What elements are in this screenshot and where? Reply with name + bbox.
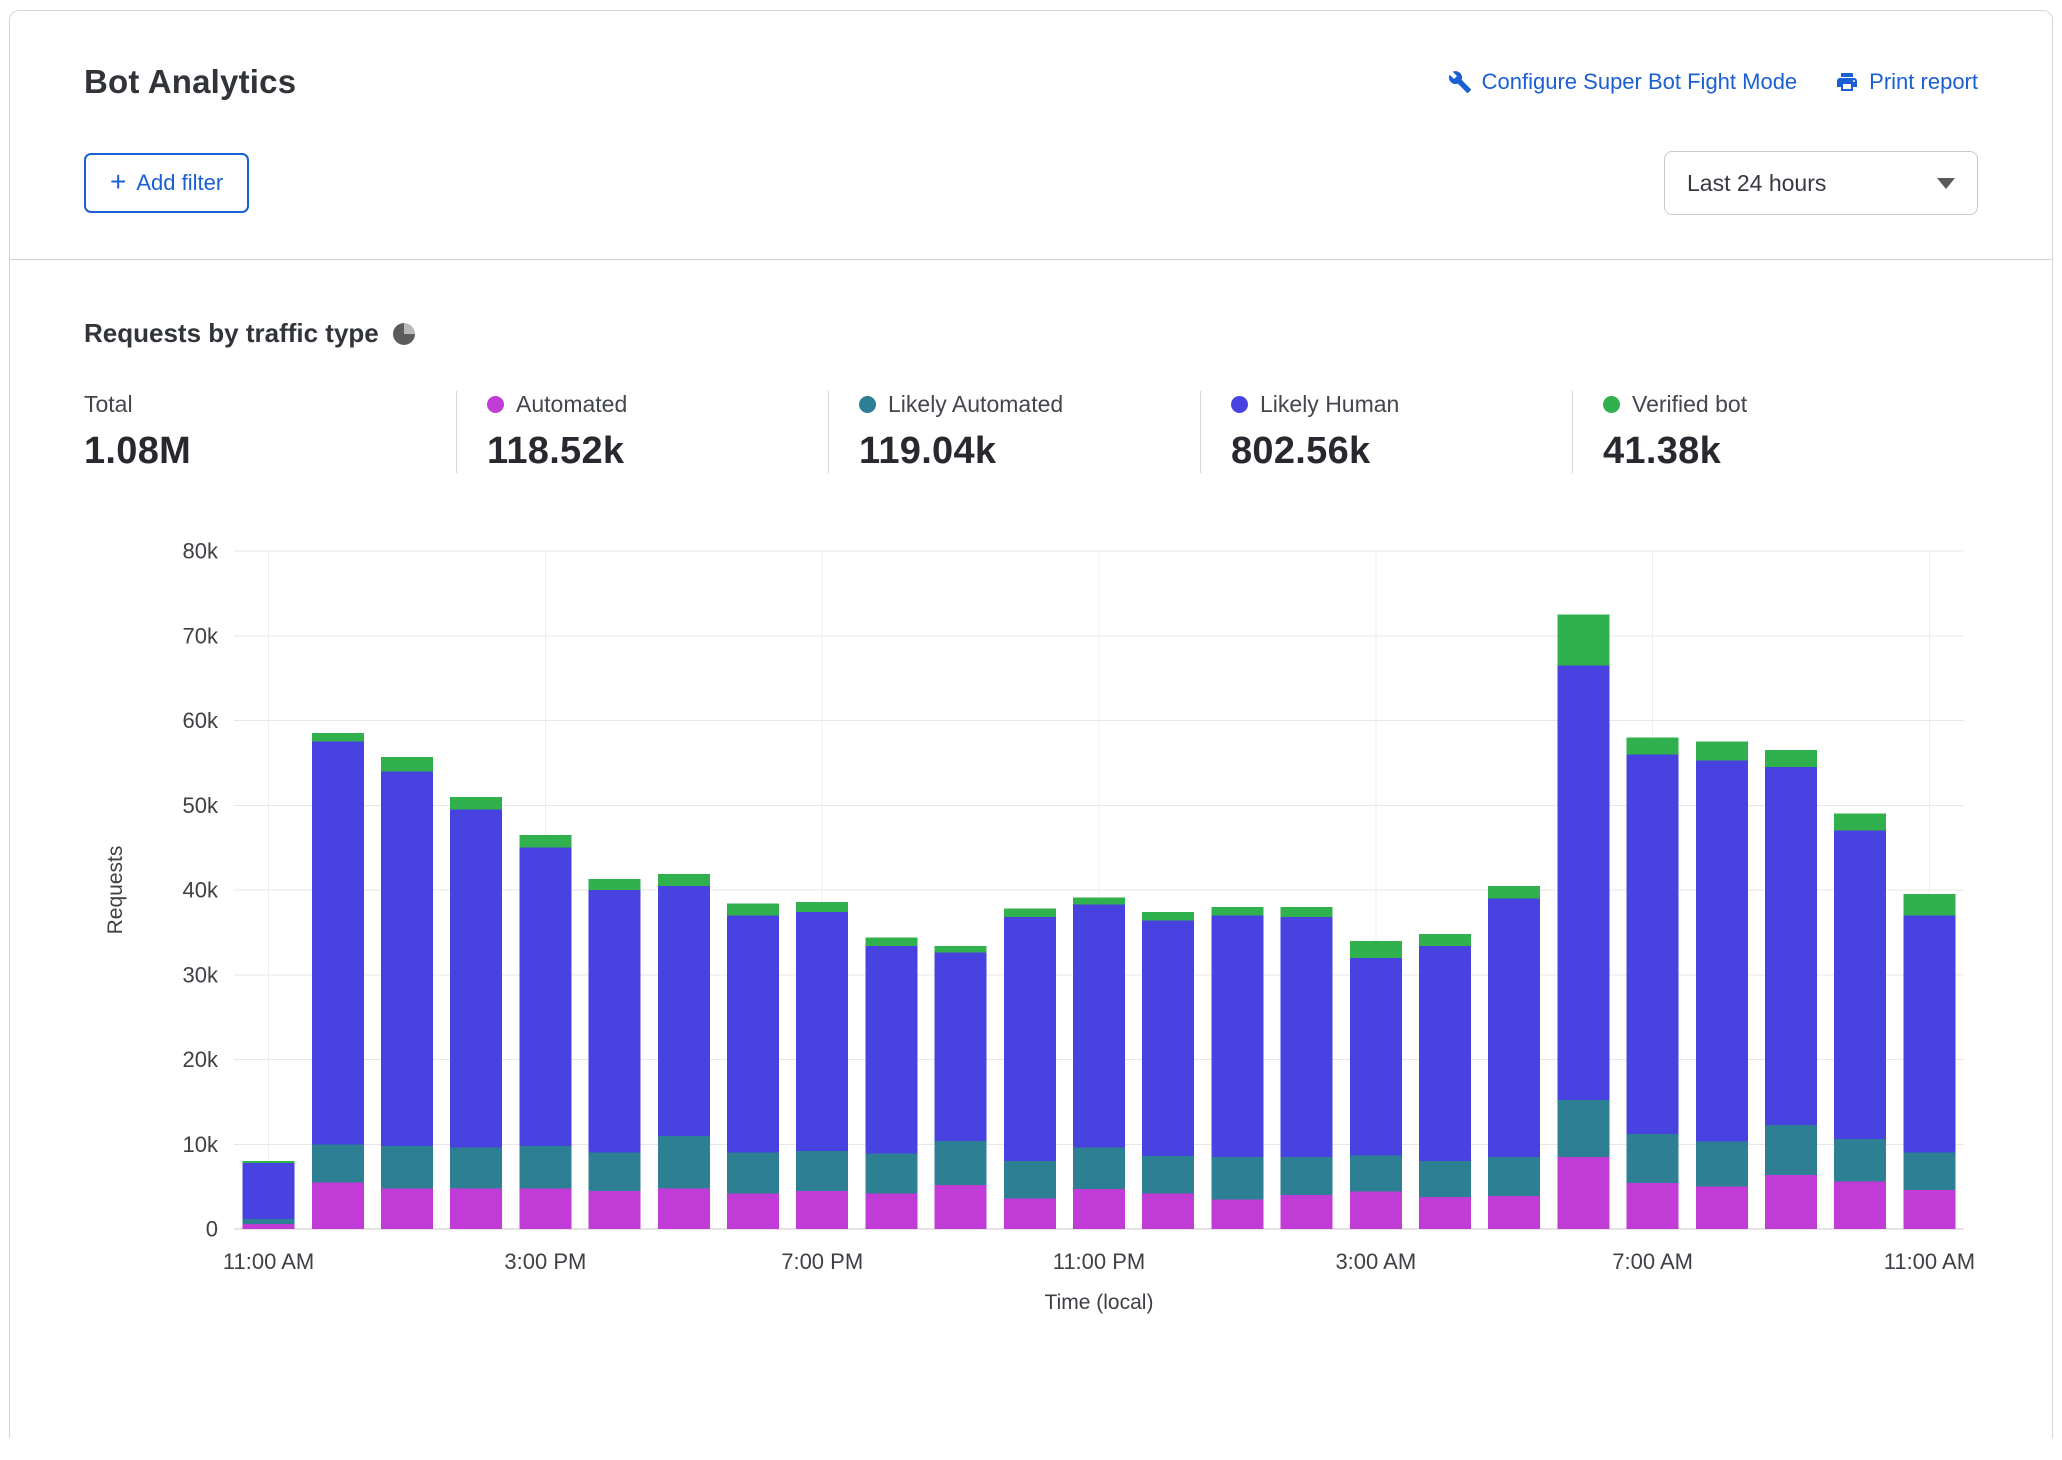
header-links: Configure Super Bot Fight Mode Print rep… [1448, 63, 1978, 95]
likely-automated-legend-dot [859, 396, 876, 413]
add-filter-label: Add filter [136, 170, 223, 196]
svg-text:3:00 PM: 3:00 PM [504, 1249, 586, 1274]
stat-verified-bot-value: 41.38k [1603, 430, 1924, 473]
verified-bot-legend-dot [1603, 396, 1620, 413]
svg-text:80k: 80k [183, 539, 219, 564]
svg-text:30k: 30k [183, 962, 219, 987]
svg-text:0: 0 [206, 1217, 218, 1242]
y-axis-title: Requests [104, 846, 127, 935]
svg-text:7:00 PM: 7:00 PM [781, 1249, 863, 1274]
configure-super-bot-fight-mode-label: Configure Super Bot Fight Mode [1482, 69, 1798, 95]
stat-likely-automated-value: 119.04k [859, 430, 1180, 473]
automated-legend-dot [487, 396, 504, 413]
stat-likely-human-label: Likely Human [1260, 391, 1399, 418]
svg-text:20k: 20k [183, 1047, 219, 1072]
stat-likely-human-value: 802.56k [1231, 430, 1552, 473]
svg-text:50k: 50k [183, 793, 219, 818]
section-title: Requests by traffic type [84, 318, 379, 349]
stat-total-label: Total [84, 391, 133, 418]
svg-text:40k: 40k [183, 878, 219, 903]
stat-likely-human[interactable]: Likely Human 802.56k [1200, 391, 1572, 473]
stat-total-value: 1.08M [84, 430, 436, 473]
printer-icon [1835, 70, 1859, 94]
svg-text:10k: 10k [183, 1132, 219, 1157]
svg-text:70k: 70k [183, 623, 219, 648]
requests-by-traffic-type-section: Requests by traffic type Total 1.08M Aut… [10, 260, 2052, 1319]
wrench-icon [1448, 70, 1472, 94]
stat-verified-bot-label: Verified bot [1632, 391, 1747, 418]
x-axis-title: Time (local) [1045, 1291, 1154, 1314]
stats-row: Total 1.08M Automated 118.52k Likely Aut… [84, 391, 1978, 473]
pie-chart-icon [393, 323, 415, 345]
add-filter-button[interactable]: + Add filter [84, 153, 249, 213]
chevron-down-icon [1937, 178, 1955, 189]
stat-automated-label: Automated [516, 391, 627, 418]
page-title: Bot Analytics [84, 63, 296, 101]
configure-super-bot-fight-mode-link[interactable]: Configure Super Bot Fight Mode [1448, 69, 1798, 95]
svg-text:7:00 AM: 7:00 AM [1612, 1249, 1693, 1274]
bot-analytics-card: Bot Analytics Configure Super Bot Fight … [9, 10, 2053, 1438]
plus-icon: + [110, 168, 126, 196]
stat-automated-value: 118.52k [487, 430, 808, 473]
svg-text:3:00 AM: 3:00 AM [1335, 1249, 1416, 1274]
print-report-link[interactable]: Print report [1835, 69, 1978, 95]
svg-text:11:00 PM: 11:00 PM [1053, 1249, 1146, 1274]
header: Bot Analytics Configure Super Bot Fight … [10, 11, 2052, 260]
stat-total: Total 1.08M [84, 391, 456, 473]
stat-likely-automated-label: Likely Automated [888, 391, 1063, 418]
likely-human-legend-dot [1231, 396, 1248, 413]
time-range-value: Last 24 hours [1687, 170, 1826, 197]
print-report-label: Print report [1869, 69, 1978, 95]
stat-likely-automated[interactable]: Likely Automated 119.04k [828, 391, 1200, 473]
stat-automated[interactable]: Automated 118.52k [456, 391, 828, 473]
time-range-dropdown[interactable]: Last 24 hours [1664, 151, 1978, 215]
stat-verified-bot[interactable]: Verified bot 41.38k [1572, 391, 1944, 473]
requests-stacked-bar-chart: 0 10k 20k 30k 40k 50k 60k 70k 80k 11:00 AM 3:00 PM… [84, 529, 1978, 1319]
svg-text:60k: 60k [183, 708, 219, 733]
svg-text:11:00 AM: 11:00 AM [1884, 1249, 1975, 1274]
svg-text:11:00 AM: 11:00 AM [223, 1249, 314, 1274]
